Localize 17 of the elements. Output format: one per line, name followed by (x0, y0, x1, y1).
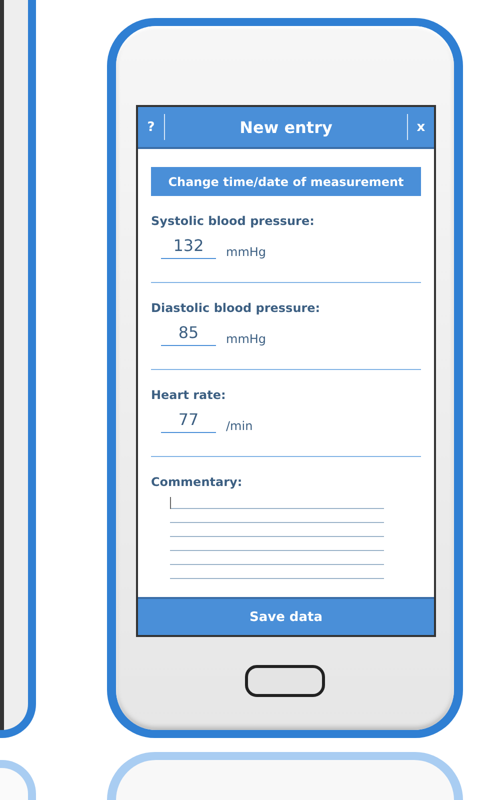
field-label: Commentary: (151, 475, 244, 489)
change-time-button[interactable]: Change time/date of measurement (151, 167, 421, 196)
field-label: Diastolic blood pressure: (151, 301, 322, 315)
window-title: New entry (238, 118, 334, 136)
close-button[interactable]: x (408, 113, 434, 141)
input-field[interactable]: 85 (161, 323, 216, 346)
reflection-drawing (0, 760, 36, 800)
input-field[interactable]: 132 (161, 236, 216, 259)
field-label: Systolic blood pressure: (151, 214, 316, 228)
unit-label: mmHg (226, 332, 266, 346)
home-button[interactable] (245, 665, 325, 697)
unit-label: mmHg (226, 245, 266, 259)
unit-label: /min (226, 419, 253, 433)
save-button[interactable]: Save data (138, 597, 434, 635)
help-button[interactable]: ? (138, 113, 164, 141)
field-label: Heart rate: (151, 388, 227, 402)
input-field[interactable]: 77 (161, 410, 216, 433)
